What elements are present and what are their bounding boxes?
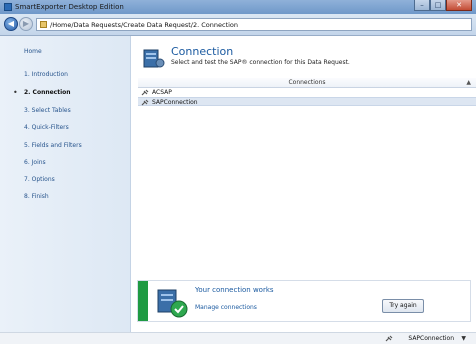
list-item[interactable]: ACSAP xyxy=(138,88,476,97)
current-step-bullet: • xyxy=(13,88,18,97)
connections-grid: Connections ▲ ACSAP SAPConnection xyxy=(138,78,476,308)
sidebar: Home 1. Introduction • 2. Connection 3. … xyxy=(0,36,131,332)
sidebar-item-connection[interactable]: 2. Connection xyxy=(24,89,71,97)
arrow-right-icon: ▶ xyxy=(22,19,30,28)
plug-icon xyxy=(385,335,393,342)
plug-icon xyxy=(141,99,149,106)
content-area: Home 1. Introduction • 2. Connection 3. … xyxy=(0,36,476,344)
folder-icon xyxy=(40,21,47,28)
sidebar-item-fields-and-filters[interactable]: 5. Fields and Filters xyxy=(24,142,82,150)
status-bar: SAPConnection ▼ xyxy=(0,332,476,344)
server-check-icon xyxy=(157,289,188,318)
page-description: Select and test the SAP® connection for … xyxy=(171,59,350,66)
main-panel: Connection Select and test the SAP® conn… xyxy=(131,36,476,332)
sidebar-item-home[interactable]: Home xyxy=(24,48,42,56)
minimize-icon[interactable]: – xyxy=(414,0,430,11)
try-again-button[interactable]: Try again xyxy=(382,299,424,313)
connection-name: SAPConnection xyxy=(152,99,198,106)
status-accent-bar xyxy=(138,281,148,321)
page-title: Connection xyxy=(171,45,234,58)
connection-status-panel: Your connection works Manage connections… xyxy=(137,280,471,322)
column-header-label: Connections xyxy=(288,79,326,86)
back-button[interactable]: ◀ xyxy=(4,17,18,31)
sidebar-item-introduction[interactable]: 1. Introduction xyxy=(24,71,68,79)
app-window: SmartExporter Desktop Edition – □ ✕ ◀ ▶ … xyxy=(0,0,476,344)
forward-button[interactable]: ▶ xyxy=(19,17,33,31)
chevron-down-icon[interactable]: ▼ xyxy=(461,334,466,343)
sidebar-item-options[interactable]: 7. Options xyxy=(24,176,55,184)
list-item[interactable]: SAPConnection xyxy=(138,97,476,106)
sidebar-item-finish[interactable]: 8. Finish xyxy=(24,193,49,201)
status-title: Your connection works xyxy=(195,286,274,294)
address-bar[interactable]: /Home/Data Requests/Create Data Request/… xyxy=(36,18,472,31)
plug-icon xyxy=(141,89,149,96)
sort-up-icon: ▲ xyxy=(466,79,471,86)
window-controls: – □ ✕ xyxy=(414,0,472,12)
sidebar-item-select-tables[interactable]: 3. Select Tables xyxy=(24,107,71,115)
title-bar: SmartExporter Desktop Edition – □ ✕ xyxy=(0,0,476,14)
app-icon xyxy=(4,3,12,11)
sidebar-item-quick-filters[interactable]: 4. Quick-Filters xyxy=(24,124,69,132)
window-title: SmartExporter Desktop Edition xyxy=(15,3,124,11)
server-connection-icon xyxy=(143,49,165,68)
arrow-left-icon: ◀ xyxy=(7,19,15,28)
sidebar-item-joins[interactable]: 6. Joins xyxy=(24,159,46,167)
address-path: /Home/Data Requests/Create Data Request/… xyxy=(50,21,239,29)
manage-connections-link[interactable]: Manage connections xyxy=(195,304,257,312)
current-connection-selector[interactable]: SAPConnection xyxy=(408,334,454,343)
close-icon[interactable]: ✕ xyxy=(446,0,472,11)
connection-name: ACSAP xyxy=(152,89,172,96)
navigation-bar: ◀ ▶ /Home/Data Requests/Create Data Requ… xyxy=(0,14,476,36)
connections-column-header[interactable]: Connections ▲ xyxy=(138,78,476,88)
maximize-icon[interactable]: □ xyxy=(430,0,446,11)
